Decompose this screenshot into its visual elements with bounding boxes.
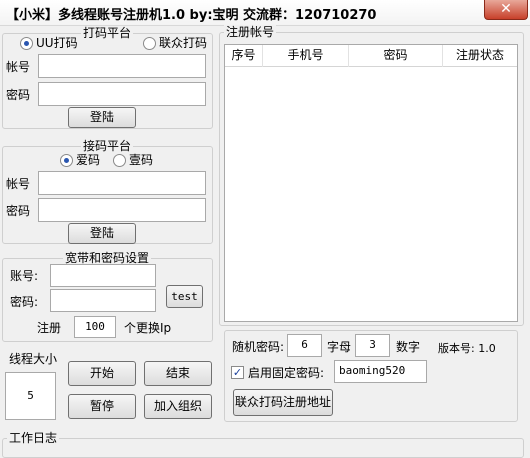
radio-aima-label[interactable]: 爱码 (76, 152, 100, 168)
radio-uu-dama[interactable] (20, 37, 33, 50)
pause-button[interactable]: 暂停 (68, 394, 136, 419)
fixed-password-input[interactable]: baoming520 (334, 360, 427, 383)
dama-password-input[interactable] (38, 82, 206, 106)
column-header-phone[interactable]: 手机号 (263, 45, 349, 67)
jiema-password-label: 密码 (6, 204, 31, 218)
jiema-login-button[interactable]: 登陆 (68, 223, 136, 244)
accounts-table-header: 序号 手机号 密码 注册状态 (225, 45, 517, 67)
random-password-label: 随机密码: (232, 340, 285, 354)
threads-input[interactable]: 5 (5, 372, 56, 420)
change-ip-label: 个更换Ip (124, 321, 172, 335)
threads-label: 线程大小 (9, 352, 58, 366)
letters-label: 字母 (327, 340, 352, 354)
end-button[interactable]: 结束 (144, 361, 212, 386)
app-window: 【小米】多线程账号注册机1.0 by:宝明 交流群：120710270 ✕ 打码… (0, 0, 530, 458)
dama-login-button[interactable]: 登陆 (68, 107, 136, 128)
column-header-index[interactable]: 序号 (225, 45, 263, 67)
register-count-input[interactable]: 100 (74, 316, 116, 338)
digits-label: 数字 (396, 340, 421, 354)
test-button[interactable]: test (166, 285, 203, 308)
fixed-password-label[interactable]: 启用固定密码: (248, 365, 324, 381)
broadband-password-label: 密码: (10, 295, 39, 309)
jiema-password-input[interactable] (38, 198, 206, 222)
fixed-password-checkbox[interactable]: ✓ (231, 366, 244, 379)
radio-yima[interactable] (113, 154, 126, 167)
register-label: 注册 (37, 321, 62, 335)
column-header-status[interactable]: 注册状态 (443, 45, 517, 67)
radio-aima[interactable] (60, 154, 73, 167)
broadband-account-label: 账号: (10, 269, 39, 283)
window-title: 【小米】多线程账号注册机1.0 by:宝明 交流群：120710270 (6, 8, 377, 23)
radio-lianzhong-dama[interactable] (143, 37, 156, 50)
join-group-button[interactable]: 加入组织 (144, 394, 212, 419)
broadband-password-input[interactable] (50, 289, 156, 312)
accounts-table[interactable]: 序号 手机号 密码 注册状态 (224, 44, 518, 322)
jiema-platform-legend: 接码平台 (81, 139, 134, 153)
log-group: 工作日志 (2, 431, 524, 458)
broadband-account-input[interactable] (50, 264, 156, 287)
accounts-legend: 注册帐号 (224, 25, 277, 39)
radio-uu-dama-label[interactable]: UU打码 (36, 35, 78, 51)
letters-count-input[interactable]: 6 (287, 334, 322, 357)
dama-account-label: 帐号 (6, 60, 31, 74)
column-header-password[interactable]: 密码 (349, 45, 443, 67)
broadband-legend: 宽带和密码设置 (63, 251, 152, 265)
dama-password-label: 密码 (6, 88, 31, 102)
title-bar: 【小米】多线程账号注册机1.0 by:宝明 交流群：120710270 ✕ (0, 0, 530, 26)
dama-platform-legend: 打码平台 (81, 26, 134, 40)
close-icon: ✕ (500, 1, 512, 17)
radio-lianzhong-dama-label[interactable]: 联众打码 (159, 35, 207, 51)
version-label: 版本号: 1.0 (438, 342, 496, 355)
digits-count-input[interactable]: 3 (355, 334, 390, 357)
jiema-account-input[interactable] (38, 171, 206, 195)
jiema-account-label: 帐号 (6, 177, 31, 191)
start-button[interactable]: 开始 (68, 361, 136, 386)
close-button[interactable]: ✕ (484, 0, 528, 20)
radio-yima-label[interactable]: 壹码 (129, 152, 153, 168)
log-legend: 工作日志 (7, 431, 60, 445)
check-icon: ✓ (232, 366, 243, 379)
lianzhong-register-button[interactable]: 联众打码注册地址 (233, 389, 333, 416)
dama-account-input[interactable] (38, 54, 206, 78)
